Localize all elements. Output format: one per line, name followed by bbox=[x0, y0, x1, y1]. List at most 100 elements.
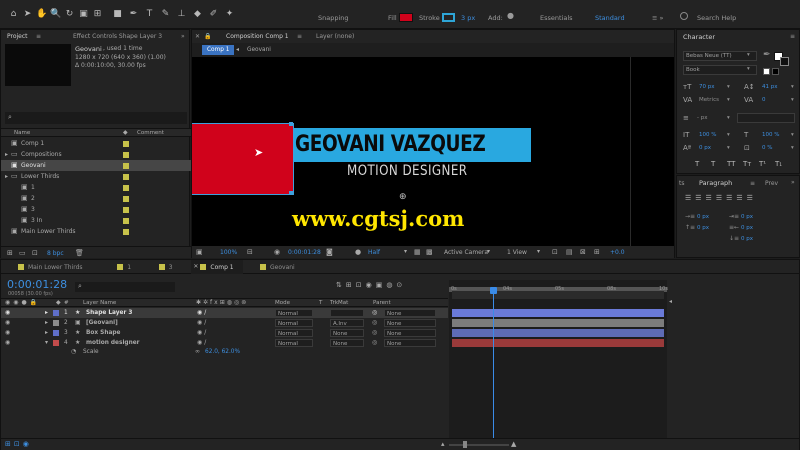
label-swatch[interactable] bbox=[123, 229, 129, 235]
fast-preview-icon[interactable]: ⊞ bbox=[594, 248, 600, 256]
tab-preview[interactable]: Prev bbox=[765, 180, 778, 187]
panel-overflow-icon[interactable]: » bbox=[791, 179, 795, 186]
menu-icon[interactable]: ≡ » bbox=[652, 14, 664, 22]
camera-icon[interactable]: ▣ bbox=[78, 9, 89, 20]
zoom-out-icon[interactable]: ▴ bbox=[441, 440, 445, 448]
parent-pick-whip-icon[interactable]: ◎ bbox=[372, 308, 377, 318]
layer-mode-select[interactable]: Normal bbox=[275, 329, 313, 337]
visibility-icon[interactable]: ◉ bbox=[5, 308, 10, 318]
font-family-select[interactable]: Bebas Neue (TT) bbox=[683, 51, 757, 61]
timeline-tab[interactable]: 1 bbox=[108, 260, 142, 274]
text-style-button[interactable]: T bbox=[695, 160, 699, 168]
black-swatch[interactable] bbox=[772, 68, 779, 75]
col-comment[interactable]: Comment bbox=[137, 130, 164, 136]
project-item[interactable]: ▣ Geovani bbox=[1, 160, 191, 171]
layer-parent-select[interactable]: None bbox=[384, 309, 436, 317]
grid-icon[interactable]: ▤ bbox=[566, 248, 573, 256]
transparency-icon[interactable]: ▩ bbox=[426, 248, 433, 256]
layer-color-swatch[interactable] bbox=[53, 310, 59, 316]
comp-marker-icon[interactable]: ◂ bbox=[669, 298, 677, 308]
text-style-button[interactable]: T₁ bbox=[775, 160, 782, 168]
breadcrumb-comp1[interactable]: Comp 1 bbox=[202, 45, 235, 55]
text-style-button[interactable]: T bbox=[711, 160, 715, 168]
layer-duration-bar[interactable] bbox=[452, 309, 664, 317]
hand-icon[interactable]: ✋ bbox=[36, 9, 47, 20]
label-swatch[interactable] bbox=[123, 185, 129, 191]
col-mode[interactable]: Mode bbox=[275, 300, 290, 306]
pen-tool-icon[interactable]: ✒ bbox=[128, 9, 139, 20]
time-graph[interactable]: 0s 04s 05s 08s 10s bbox=[449, 280, 668, 450]
fit-icon[interactable]: ⊟ bbox=[247, 248, 253, 256]
timeline-layer-row[interactable]: ◉ ▸ 1 ★ Shape Layer 3 ◉/ Normal ◎ None bbox=[1, 308, 448, 318]
layer-switch-icons[interactable]: ◉/ bbox=[197, 318, 208, 328]
layer-name[interactable]: motion designer bbox=[86, 338, 140, 348]
label-swatch[interactable] bbox=[123, 174, 129, 180]
parent-pick-whip-icon[interactable]: ◎ bbox=[372, 338, 377, 348]
trash-icon[interactable]: 🗑 bbox=[75, 249, 84, 257]
workspace-essentials[interactable]: Essentials bbox=[540, 14, 573, 22]
text-style-button[interactable]: TT bbox=[727, 160, 735, 168]
add-icon[interactable]: ● bbox=[507, 11, 514, 20]
preview-icon[interactable]: ▣ bbox=[196, 248, 203, 256]
tab-composition[interactable]: Composition Comp 1 bbox=[226, 33, 289, 40]
vertical-scale-value[interactable]: 100 % bbox=[699, 132, 716, 138]
selection-icon[interactable]: ➤ bbox=[22, 9, 33, 20]
timeline-search-input[interactable]: ⌕ bbox=[75, 282, 175, 292]
indent-right-value[interactable]: 0 px bbox=[741, 225, 753, 231]
panel-menu-icon[interactable]: ≡ bbox=[790, 33, 795, 40]
interpret-icon[interactable]: ⊞ bbox=[7, 249, 13, 257]
layer-duration-bar[interactable] bbox=[452, 319, 664, 327]
kerning-value[interactable]: Metrics bbox=[699, 97, 719, 103]
view-select[interactable]: 1 View bbox=[507, 249, 527, 256]
text-style-button[interactable]: T¹ bbox=[759, 160, 766, 168]
layer-name[interactable]: [Geovani] bbox=[86, 318, 118, 328]
breadcrumb-geovani[interactable]: Geovani bbox=[247, 47, 271, 53]
twirl-icon[interactable]: ▸ bbox=[45, 328, 48, 338]
playhead[interactable] bbox=[490, 287, 498, 447]
project-item[interactable]: ▣ Comp 1 bbox=[1, 138, 191, 149]
eraser-icon[interactable]: ◆ bbox=[192, 9, 203, 20]
timeline-layer-row[interactable]: ◉ ▸ 3 ★ Box Shape ◉/ Normal None ◎ None bbox=[1, 328, 448, 338]
timeline-tab[interactable]: 3 bbox=[150, 260, 184, 274]
tab-project[interactable]: Project bbox=[7, 33, 28, 40]
label-swatch[interactable] bbox=[123, 218, 129, 224]
panel-overflow-icon[interactable]: » bbox=[181, 33, 185, 40]
project-item[interactable]: ▣ Main Lower Thirds bbox=[1, 226, 191, 237]
puppet-pin-icon[interactable]: ✦ bbox=[224, 9, 235, 20]
pan-behind-icon[interactable]: ⊞ bbox=[92, 9, 103, 20]
visibility-icon[interactable]: ◉ bbox=[5, 338, 10, 348]
zoom-slider-track[interactable] bbox=[449, 444, 509, 446]
comp-timecode[interactable]: 0:00:01:28 bbox=[288, 249, 321, 256]
project-item[interactable]: ▸ ▭ Compositions bbox=[1, 149, 191, 160]
baseline-shift-value[interactable]: 0 px bbox=[699, 145, 711, 151]
col-t[interactable]: T bbox=[319, 300, 322, 306]
resolution-select[interactable]: Half bbox=[368, 249, 380, 256]
label-swatch[interactable] bbox=[123, 196, 129, 202]
indent-left-value[interactable]: 0 px bbox=[697, 214, 709, 220]
layer-mode-select[interactable]: Normal bbox=[275, 339, 313, 347]
white-swatch[interactable] bbox=[763, 68, 770, 75]
alignment-buttons[interactable]: ☰☰☰☰☰☰☰ bbox=[685, 194, 795, 204]
twirl-icon[interactable]: ▸ bbox=[45, 308, 48, 318]
timeline-tab[interactable]: Main Lower Thirds bbox=[9, 260, 100, 274]
col-parent[interactable]: Parent bbox=[373, 300, 391, 306]
timeline-layer-row[interactable]: ◉ ▾ 4 ★ motion designer ◉/ Normal None ◎ None bbox=[1, 338, 448, 348]
zoom-in-icon[interactable]: ▲ bbox=[511, 440, 516, 448]
clone-stamp-icon[interactable]: ⊥ bbox=[176, 9, 187, 20]
timeline-switch-buttons[interactable]: ⇅⊞⊡◉▣◍⊙ bbox=[336, 281, 446, 291]
eyedropper-icon[interactable]: ✒ bbox=[763, 50, 771, 60]
exposure-value[interactable]: +0.0 bbox=[610, 249, 625, 256]
timeline-footer-icons[interactable]: ⊞⊡◉ bbox=[5, 440, 32, 448]
timeline-layer-row[interactable]: ◉ ▸ 2 ▣ [Geovani] ◉/ Normal A.Inv ◎ None bbox=[1, 318, 448, 328]
fill-swatch[interactable] bbox=[399, 13, 413, 22]
visibility-icon[interactable]: ◉ bbox=[5, 318, 10, 328]
label-swatch[interactable] bbox=[123, 163, 129, 169]
roto-brush-icon[interactable]: ✐ bbox=[208, 9, 219, 20]
layer-parent-select[interactable]: None bbox=[384, 319, 436, 327]
camera-select[interactable]: Active Camera bbox=[444, 249, 488, 256]
label-swatch[interactable] bbox=[123, 207, 129, 213]
zoom-slider-thumb[interactable] bbox=[463, 441, 467, 448]
timeline-timecode[interactable]: 0:00:01:28 bbox=[7, 278, 67, 291]
search-help[interactable]: Search Help bbox=[697, 14, 736, 22]
layer-mode-select[interactable]: Normal bbox=[275, 309, 313, 317]
